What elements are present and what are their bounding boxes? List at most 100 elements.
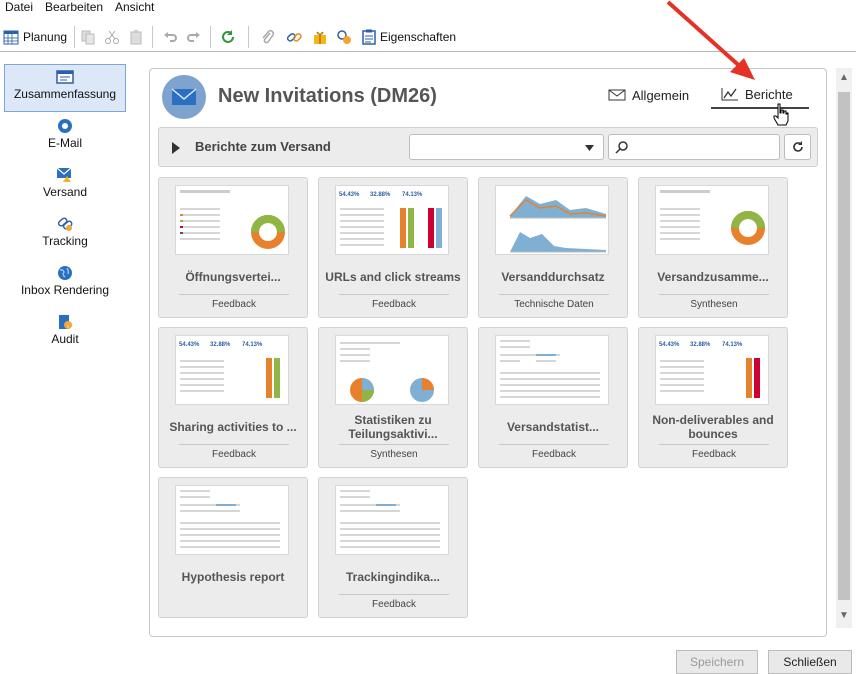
scroll-down-icon[interactable]: ▼ bbox=[836, 608, 852, 624]
report-title: Versandstatist... bbox=[506, 420, 600, 434]
toolbar: Planung Eigenschaften bbox=[0, 22, 856, 52]
envelope-icon bbox=[171, 88, 197, 105]
calendar-icon bbox=[3, 30, 19, 45]
planung-button[interactable]: Planung bbox=[3, 26, 67, 48]
toolbar-separator bbox=[74, 26, 75, 48]
report-thumbnail bbox=[335, 485, 449, 555]
undo-button[interactable] bbox=[162, 26, 178, 48]
scroll-up-icon[interactable]: ▲ bbox=[836, 70, 852, 86]
search-input[interactable] bbox=[608, 134, 780, 160]
left-navigation: Zusammenfassung E-Mail Versand Tracking … bbox=[0, 58, 134, 638]
report-title: Non-deliverables and bounces bbox=[652, 413, 774, 441]
unlink-button[interactable] bbox=[336, 26, 352, 48]
audit-icon: i bbox=[59, 315, 72, 330]
toolbar-separator bbox=[152, 26, 153, 48]
expand-triangle-icon[interactable] bbox=[171, 142, 181, 154]
report-card[interactable]: Versandzusamme... Synthesen bbox=[638, 177, 788, 318]
kpi-3: 74.13% bbox=[242, 342, 263, 348]
card-divider bbox=[179, 444, 289, 445]
delivery-icon bbox=[56, 167, 72, 182]
menu-ansicht[interactable]: Ansicht bbox=[115, 0, 154, 14]
kpi-3: 74.13% bbox=[402, 192, 423, 198]
save-button[interactable]: Speichern bbox=[676, 650, 758, 674]
envelope-outline-icon bbox=[608, 89, 626, 101]
kpi-1: 54.43% bbox=[179, 342, 200, 348]
unlink-icon bbox=[337, 30, 351, 44]
report-card[interactable]: Trackingindika... Feedback bbox=[318, 477, 468, 618]
vertical-scrollbar[interactable]: ▲ ▼ bbox=[836, 68, 852, 628]
properties-icon bbox=[362, 29, 376, 45]
svg-text:i: i bbox=[67, 324, 68, 330]
report-thumbnail bbox=[495, 335, 609, 405]
paste-button[interactable] bbox=[128, 26, 144, 48]
nav-item-versand[interactable]: Versand bbox=[4, 163, 126, 211]
card-divider bbox=[499, 294, 609, 295]
report-title: Versanddurchsatz bbox=[501, 270, 605, 284]
report-category: Technische Daten bbox=[514, 299, 594, 310]
scrollbar-thumb[interactable] bbox=[838, 92, 850, 600]
refresh-reports-button[interactable] bbox=[784, 134, 811, 160]
nav-item-email[interactable]: E-Mail bbox=[4, 114, 126, 162]
kpi-2: 32.88% bbox=[370, 192, 391, 198]
tab-berichte[interactable]: Berichte bbox=[711, 81, 809, 109]
copy-button[interactable] bbox=[80, 26, 96, 48]
attach-button[interactable] bbox=[260, 26, 276, 48]
report-category: Feedback bbox=[212, 299, 256, 310]
gift-icon bbox=[314, 31, 326, 44]
report-category: Feedback bbox=[532, 449, 576, 460]
copy-icon bbox=[81, 30, 95, 45]
report-thumbnail bbox=[175, 485, 289, 555]
tab-label: Allgemein bbox=[632, 87, 690, 103]
close-button[interactable]: Schließen bbox=[768, 650, 852, 674]
menu-datei[interactable]: Datei bbox=[5, 0, 33, 14]
report-card[interactable]: 54.43% 32.88% 74.13% Sharing activities … bbox=[158, 327, 308, 468]
nav-label: Audit bbox=[51, 332, 79, 346]
kpi-1: 54.43% bbox=[339, 192, 360, 198]
gift-button[interactable] bbox=[312, 26, 328, 48]
eigenschaften-button[interactable]: Eigenschaften bbox=[362, 26, 456, 48]
card-divider bbox=[339, 294, 449, 295]
report-card[interactable]: 54.43% 32.88% 74.13% Non-deliverables an… bbox=[638, 327, 788, 468]
page-title: New Invitations (DM26) bbox=[218, 85, 437, 107]
report-thumbnail bbox=[655, 185, 769, 255]
toolbar-separator bbox=[210, 26, 211, 48]
tab-allgemein[interactable]: Allgemein bbox=[608, 81, 706, 109]
nav-item-tracking[interactable]: Tracking bbox=[4, 212, 126, 260]
menu-bearbeiten[interactable]: Bearbeiten bbox=[45, 0, 103, 14]
nav-label: Inbox Rendering bbox=[20, 283, 110, 297]
report-card[interactable]: Versanddurchsatz Technische Daten bbox=[478, 177, 628, 318]
card-divider bbox=[339, 594, 449, 595]
search-icon bbox=[615, 141, 628, 154]
scissors-icon bbox=[105, 30, 119, 44]
report-title: Sharing activities to ... bbox=[169, 420, 297, 434]
report-thumbnail: 54.43% 32.88% 74.13% bbox=[335, 185, 449, 255]
reports-panel: New Invitations (DM26) Allgemein Bericht… bbox=[149, 68, 827, 637]
report-thumbnail: 54.43% 32.88% 74.13% bbox=[175, 335, 289, 405]
report-title: Trackingindika... bbox=[345, 570, 441, 584]
nav-item-audit[interactable]: i Audit bbox=[4, 310, 126, 358]
report-thumbnail: 54.43% 32.88% 74.13% bbox=[655, 335, 769, 405]
report-category: Feedback bbox=[372, 599, 416, 610]
clipboard-icon bbox=[130, 30, 142, 45]
report-card[interactable]: Hypothesis report bbox=[158, 477, 308, 618]
cut-button[interactable] bbox=[104, 26, 120, 48]
report-card[interactable]: Öffnungsverteі... Feedback bbox=[158, 177, 308, 318]
nav-item-zusammenfassung[interactable]: Zusammenfassung bbox=[4, 64, 126, 112]
redo-icon bbox=[187, 32, 200, 42]
chevron-down-icon bbox=[585, 145, 594, 151]
link-button[interactable] bbox=[286, 26, 302, 48]
refresh-button[interactable] bbox=[220, 26, 236, 48]
redo-button[interactable] bbox=[186, 26, 202, 48]
report-card[interactable]: Versandstatist... Feedback bbox=[478, 327, 628, 468]
report-card[interactable]: Statistiken zu Teilungsaktivi... Synthes… bbox=[318, 327, 468, 468]
eigenschaften-label: Eigenschaften bbox=[380, 30, 457, 44]
report-card[interactable]: 54.43% 32.88% 74.13% URLs and click stre… bbox=[318, 177, 468, 318]
report-category: Synthesen bbox=[690, 299, 738, 310]
undo-icon bbox=[164, 32, 177, 42]
toolbar-separator bbox=[248, 26, 249, 48]
report-filter-select[interactable] bbox=[409, 134, 604, 160]
globe-icon bbox=[58, 266, 72, 280]
tracking-icon bbox=[57, 217, 73, 231]
delivery-avatar bbox=[162, 75, 206, 119]
nav-item-inbox-rendering[interactable]: Inbox Rendering bbox=[4, 261, 126, 309]
